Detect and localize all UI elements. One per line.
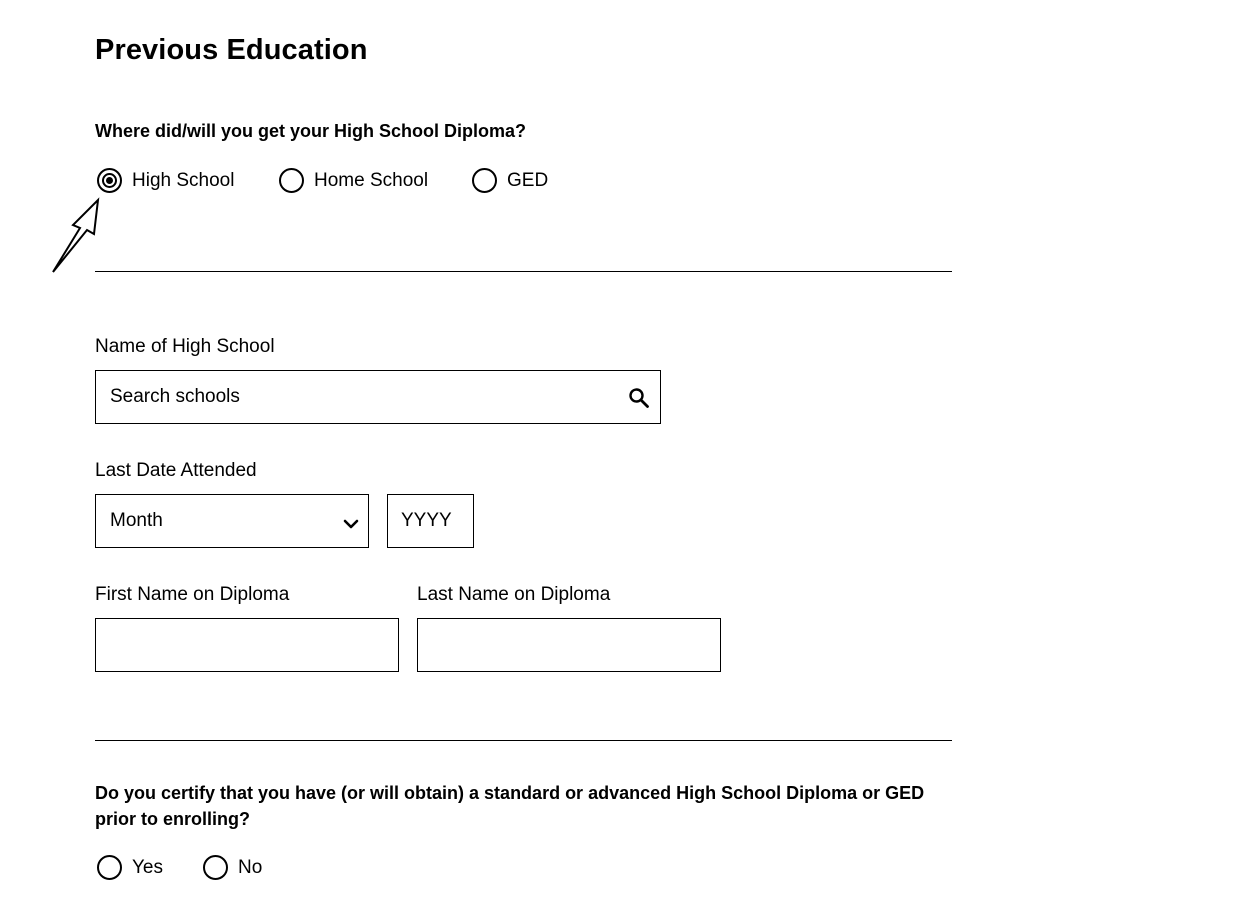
radio-no[interactable]: No	[203, 855, 262, 880]
radio-home-school[interactable]: Home School	[279, 168, 428, 193]
radio-ged[interactable]: GED	[472, 168, 548, 193]
year-input[interactable]: YYYY	[387, 494, 474, 548]
radio-circle-selected[interactable]	[97, 168, 122, 193]
section-divider	[95, 271, 952, 272]
radio-circle[interactable]	[279, 168, 304, 193]
school-name-label: Name of High School	[95, 336, 275, 357]
radio-high-school[interactable]: High School	[97, 168, 234, 193]
month-select[interactable]: Month	[95, 494, 369, 548]
last-name-input[interactable]	[417, 618, 721, 672]
radio-circle[interactable]	[203, 855, 228, 880]
radio-circle[interactable]	[97, 855, 122, 880]
last-date-label: Last Date Attended	[95, 460, 257, 481]
year-input-placeholder: YYYY	[401, 510, 452, 531]
last-name-label: Last Name on Diploma	[417, 584, 611, 605]
radio-yes[interactable]: Yes	[97, 855, 163, 880]
cursor-arrow-icon	[52, 197, 100, 273]
radio-label-ged: GED	[507, 169, 549, 191]
month-select-value: Month	[110, 510, 163, 531]
first-name-label: First Name on Diploma	[95, 584, 290, 605]
first-name-input[interactable]	[95, 618, 399, 672]
diploma-source-question: Where did/will you get your High School …	[95, 121, 527, 141]
radio-label-home-school: Home School	[314, 169, 429, 191]
radio-label-high-school: High School	[132, 169, 235, 191]
school-search-input[interactable]: Search schools	[95, 370, 661, 424]
search-icon[interactable]	[628, 387, 650, 409]
certify-question: Do you certify that you have (or will ob…	[95, 783, 925, 829]
radio-label-yes: Yes	[132, 856, 163, 878]
chevron-down-icon	[343, 519, 359, 529]
school-search-placeholder: Search schools	[110, 386, 240, 407]
page-title: Previous Education	[95, 34, 368, 66]
radio-circle[interactable]	[472, 168, 497, 193]
section-divider	[95, 740, 952, 741]
radio-label-no: No	[238, 856, 263, 878]
